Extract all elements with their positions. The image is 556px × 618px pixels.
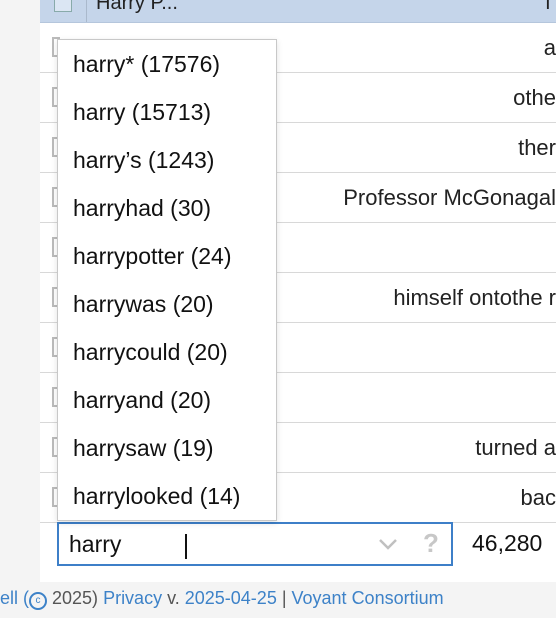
row-left-context: Professor McGonagal	[343, 185, 556, 210]
search-input[interactable]	[59, 524, 379, 564]
suggestion-item[interactable]: harrypotter (24)	[58, 232, 276, 280]
consortium-link[interactable]: Voyant Consortium	[292, 588, 444, 608]
row-left-context: himself ontothe r	[393, 285, 556, 310]
version-separator: v.	[162, 588, 185, 608]
suggestion-item[interactable]: harryand (20)	[58, 376, 276, 424]
footer: ell (c 2025) Privacy v. 2025-04-25 | Voy…	[0, 588, 556, 612]
suggestion-item[interactable]: harryhad (30)	[58, 184, 276, 232]
version-link[interactable]: 2025-04-25	[185, 588, 277, 608]
suggestion-item[interactable]: harrylooked (14)	[58, 472, 276, 520]
select-all-checkbox[interactable]	[54, 0, 72, 12]
suggestion-item[interactable]: harry’s (1243)	[58, 136, 276, 184]
footer-year: 2025)	[47, 588, 104, 608]
search-suggestions-dropdown: harry* (17576) harry (15713) harry’s (12…	[57, 39, 277, 521]
column-divider	[86, 0, 87, 22]
row-left-context: bac	[520, 485, 556, 510]
text-cursor	[185, 534, 187, 559]
chevron-down-icon[interactable]	[377, 536, 399, 552]
row-left-context: turned a	[475, 435, 556, 460]
copyright-icon: c	[29, 592, 48, 610]
column-header-document[interactable]: Harry P...	[96, 0, 178, 15]
suggestion-item[interactable]: harry* (17576)	[58, 40, 276, 88]
suggestion-item[interactable]: harrycould (20)	[58, 328, 276, 376]
footer-author-link[interactable]: ell (	[0, 588, 29, 608]
row-left-context: othe	[513, 85, 556, 110]
suggestion-item[interactable]: harrysaw (19)	[58, 424, 276, 472]
grid-header: Harry P... T	[40, 0, 556, 23]
total-count: 46,280	[472, 530, 543, 556]
help-icon[interactable]: ?	[423, 528, 439, 559]
row-left-context: a	[543, 35, 556, 60]
search-box[interactable]: ?	[57, 522, 453, 566]
row-left-context: ther	[518, 135, 556, 160]
column-header-term[interactable]: T	[542, 0, 554, 15]
suggestion-item[interactable]: harrywas (20)	[58, 280, 276, 328]
privacy-link[interactable]: Privacy	[103, 588, 162, 608]
footer-pipe: |	[276, 588, 292, 608]
suggestion-item[interactable]: harry (15713)	[58, 88, 276, 136]
